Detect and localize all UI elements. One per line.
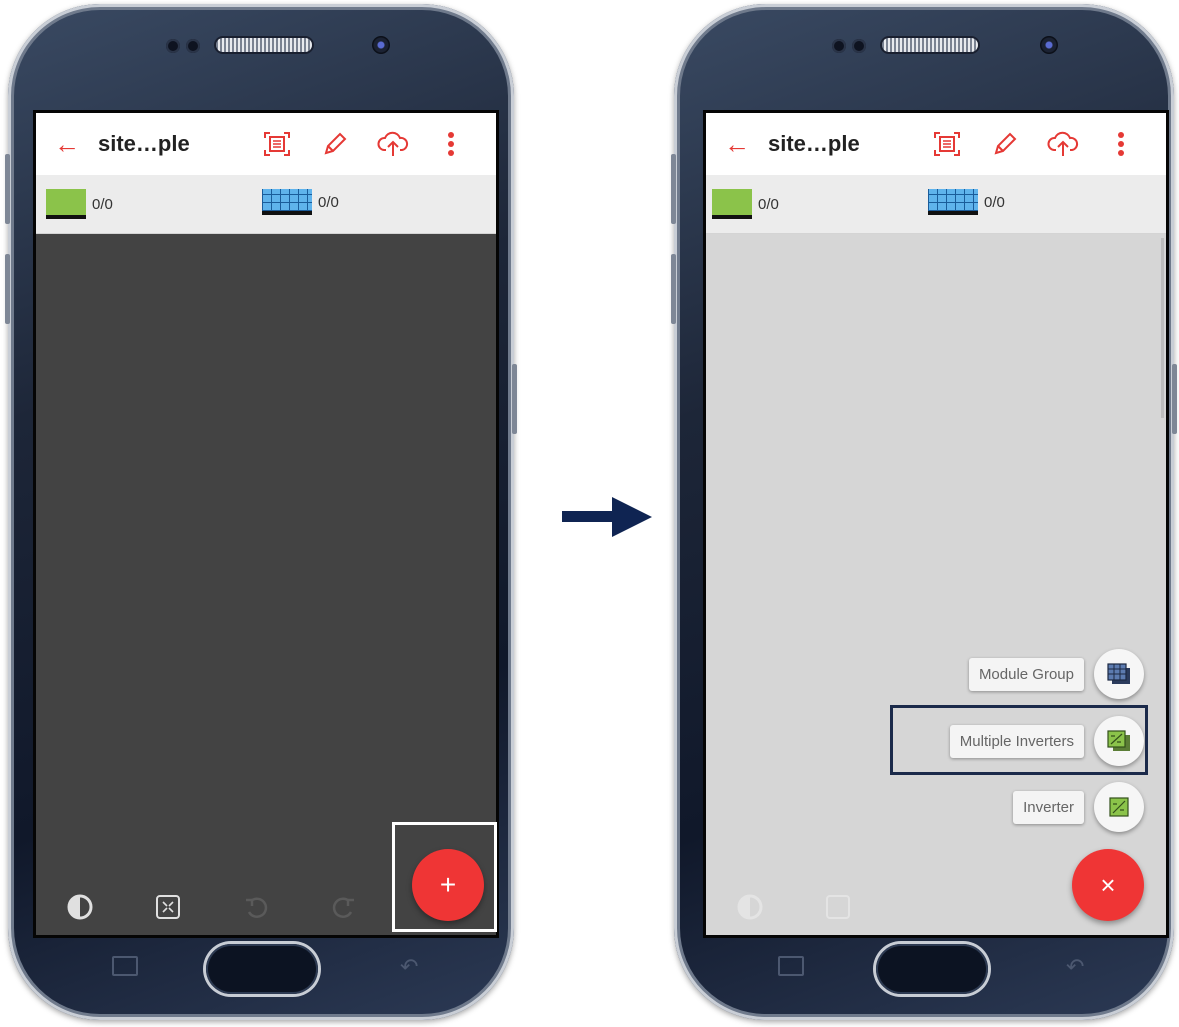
cloud-upload-icon[interactable] [364,130,422,158]
module-count: 0/0 [318,193,339,211]
scan-icon[interactable] [248,130,306,158]
back-nav-icon[interactable]: ↶ [1066,954,1084,980]
module-grid-icon [928,189,978,215]
volume-button [671,154,676,224]
app-screen: ← site…ple 0/0 [703,110,1169,938]
fab-menu-item-inverter[interactable]: Inverter [1013,782,1144,832]
back-nav-icon[interactable]: ↶ [400,954,418,980]
earpiece-speaker [882,38,978,52]
comparison-figure: ← site…ple 0/0 0/0 + ↶ ← site…ple 0/0 0/… [0,0,1179,1027]
fab-menu-item-module-group[interactable]: Module Group [968,649,1144,699]
pencil-icon[interactable] [306,130,364,158]
arrow-right-icon [562,497,652,537]
inverter-counter: 0/0 [46,189,113,219]
inverter-count: 0/0 [92,195,113,213]
volume-button [5,154,10,224]
overflow-menu-icon[interactable] [422,130,480,158]
home-button[interactable] [206,944,318,994]
back-arrow-icon[interactable]: ← [36,129,98,160]
bottom-toolbar [36,893,388,921]
page-title: site…ple [98,131,190,156]
fab-highlight-box [392,822,497,932]
inverter-count: 0/0 [758,195,779,213]
module-counter: 0/0 [928,189,1005,215]
page-title: site…ple [768,131,860,156]
scan-icon[interactable] [918,130,976,158]
module-group-icon[interactable] [1094,649,1144,699]
cloud-upload-icon[interactable] [1034,130,1092,158]
power-button [1172,364,1177,434]
module-group-label[interactable]: Module Group [968,657,1084,691]
inverter-swatch-icon [46,189,86,219]
inverter-counter: 0/0 [712,189,779,219]
home-button[interactable] [876,944,988,994]
redo-icon[interactable] [300,893,388,921]
recent-apps-icon[interactable] [112,956,138,976]
phone-after: ← site…ple 0/0 0/0 Module Group Multiple… [671,4,1177,1020]
volume-button [671,254,676,324]
count-bar: 0/0 0/0 [706,175,1166,234]
sensor-dot [186,39,200,53]
power-button [512,364,517,434]
earpiece-speaker [216,38,312,52]
multiple-inverters-highlight-box [890,705,1148,775]
pencil-icon[interactable] [976,130,1034,158]
contrast-icon [706,893,794,921]
app-bar: ← site…ple [36,113,496,175]
sensor-dot [832,39,846,53]
app-bar: ← site…ple [706,113,1166,175]
front-camera [1040,36,1058,54]
app-screen: ← site…ple 0/0 [33,110,499,938]
volume-button [5,254,10,324]
front-camera [372,36,390,54]
sensor-dot [166,39,180,53]
bottom-toolbar [706,893,882,921]
contrast-icon[interactable] [36,893,124,921]
module-counter: 0/0 [262,189,339,215]
inverter-icon[interactable] [1094,782,1144,832]
overflow-menu-icon[interactable] [1092,130,1150,158]
count-bar: 0/0 0/0 [36,175,496,234]
close-fab-button[interactable]: × [1072,849,1144,921]
back-arrow-icon[interactable]: ← [706,129,768,160]
module-count: 0/0 [984,193,1005,211]
fit-screen-icon[interactable] [124,893,212,921]
undo-icon[interactable] [212,893,300,921]
module-grid-icon [262,189,312,215]
fit-screen-icon [794,893,882,921]
sensor-dot [852,39,866,53]
inverter-swatch-icon [712,189,752,219]
scrollbar[interactable] [1161,238,1164,418]
inverter-label[interactable]: Inverter [1013,790,1084,824]
recent-apps-icon[interactable] [778,956,804,976]
